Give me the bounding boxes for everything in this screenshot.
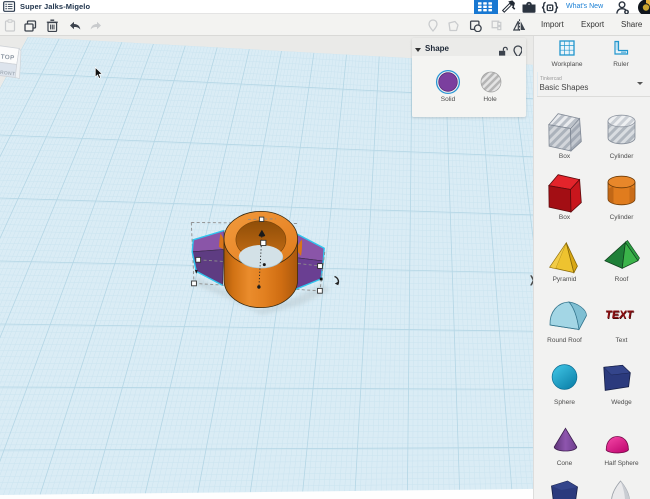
svg-text:TEXT: TEXT xyxy=(604,309,634,321)
svg-text:TOP: TOP xyxy=(0,54,15,62)
